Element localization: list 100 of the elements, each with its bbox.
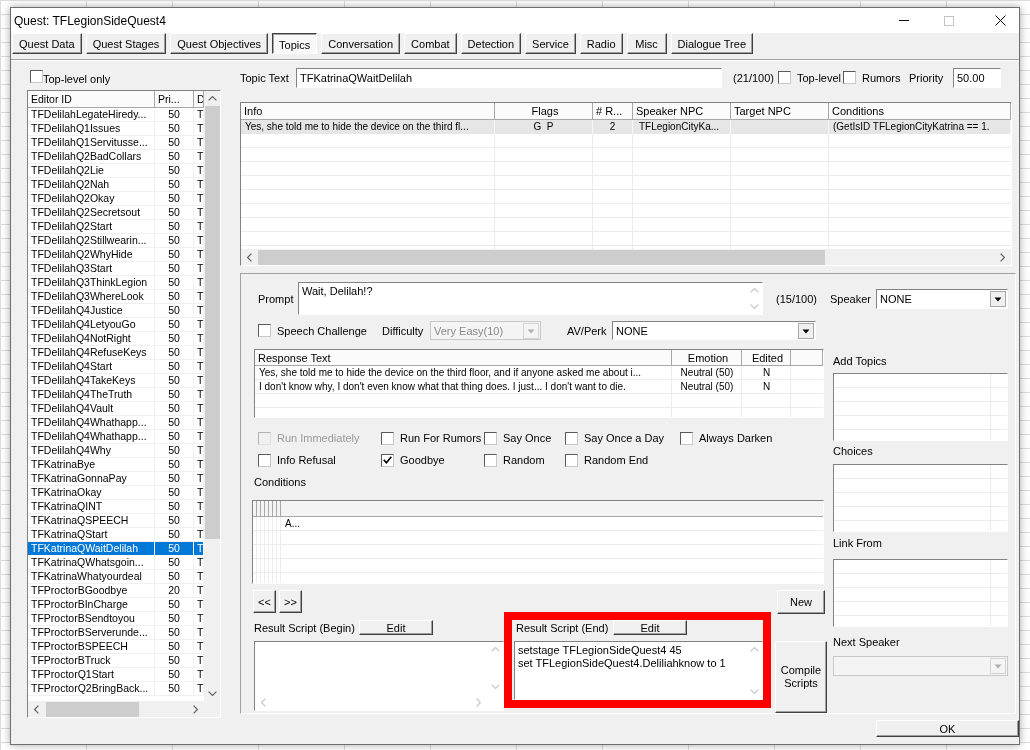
speaker-dropdown[interactable]: NONE: [876, 288, 1008, 309]
checkbox-label[interactable]: Top-level only: [43, 73, 111, 85]
list-item[interactable]: TFKatrinaQSPEECH 50 T: [28, 514, 204, 528]
horizontal-scrollbar[interactable]: [241, 249, 1011, 265]
checkbox[interactable]: [258, 453, 271, 467]
new-button[interactable]: New: [777, 590, 825, 614]
horizontal-scrollbar[interactable]: [28, 701, 204, 717]
ok-button[interactable]: OK: [876, 720, 1019, 737]
checkbox[interactable]: [565, 453, 578, 467]
caret-down-icon[interactable]: [798, 322, 814, 339]
checkbox[interactable]: [30, 70, 43, 83]
script-field[interactable]: setstage TFLegionSideQuest4 45 set TFLegionSideQuest4.Deliliahknow to 1: [514, 641, 763, 700]
list-item[interactable]: TFDelilahQ2Nah 50 T: [28, 178, 204, 192]
checkbox[interactable]: [258, 324, 271, 337]
topic-text-field[interactable]: TFKatrinaQWaitDelilah: [296, 67, 722, 88]
list-item[interactable]: TFDelilahQ4Why 50 T: [28, 444, 204, 458]
checkbox[interactable]: [565, 431, 578, 445]
checkbox[interactable]: [381, 431, 394, 445]
tab[interactable]: Quest Objectives: [170, 33, 269, 54]
list-item[interactable]: TFDelilahQ4Start 50 T: [28, 360, 204, 374]
checkbox-label[interactable]: Goodbye: [400, 454, 445, 466]
checkbox-label[interactable]: Info Refusal: [277, 454, 336, 466]
compile-scripts-button[interactable]: Compile Scripts: [775, 641, 827, 713]
list-item[interactable]: TFDelilahQ4RefuseKeys 50 T: [28, 346, 204, 360]
edit-button[interactable]: Edit: [613, 620, 687, 635]
checkbox[interactable]: [778, 71, 791, 84]
list-item[interactable]: TFDelilahQ2Secretsout 50 T: [28, 206, 204, 220]
vertical-scrollbar[interactable]: [204, 91, 220, 701]
list-item[interactable]: TFProctorQ1Start 50 T: [28, 668, 204, 682]
list-item[interactable]: TFDelilahQ2Start 50 T: [28, 220, 204, 234]
edit-button[interactable]: Edit: [359, 620, 433, 635]
list-item[interactable]: TFProctorBSendtoyou 50 T: [28, 612, 204, 626]
tab[interactable]: Combat: [404, 33, 457, 54]
chevron-down-icon[interactable]: [207, 691, 217, 696]
tab[interactable]: Detection: [460, 33, 522, 54]
column-header[interactable]: Emotion: [672, 350, 742, 366]
scrollbar-thumb[interactable]: [204, 106, 220, 539]
list-item[interactable]: TFKatrinaBye 50 T: [28, 458, 204, 472]
list-item[interactable]: TFKatrinaWhatyourdeal 50 T: [28, 570, 204, 584]
column-header[interactable]: # R...: [593, 103, 633, 120]
checkbox[interactable]: [484, 453, 497, 467]
chevron-up-icon[interactable]: [207, 96, 217, 101]
list-box[interactable]: [833, 464, 1008, 532]
column-header[interactable]: Conditions: [829, 103, 1011, 120]
scrollbar-thumb[interactable]: [46, 701, 139, 717]
list-item[interactable]: TFDelilahQ4Vault 50 T: [28, 402, 204, 416]
priority-field[interactable]: 50.00: [953, 67, 1001, 88]
list-item[interactable]: TFKatrinaGonnaPay 50 T: [28, 472, 204, 486]
checkbox-label[interactable]: Say Once a Day: [584, 432, 665, 444]
list-item[interactable]: TFDelilahQ4Justice 50 T: [28, 304, 204, 318]
list-item[interactable]: TFDelilahQ1Servitusse... 50 T: [28, 136, 204, 150]
chevron-right-icon[interactable]: [193, 704, 198, 714]
tab[interactable]: Radio: [579, 33, 623, 54]
column-header[interactable]: Target NPC: [731, 103, 829, 120]
checkbox-label[interactable]: Top-level: [797, 71, 842, 84]
list-item[interactable]: TFDelilahQ2Lie 50 T: [28, 164, 204, 178]
column-header[interactable]: Info: [241, 103, 495, 120]
maximize-icon[interactable]: [944, 15, 954, 26]
tab[interactable]: Service: [525, 33, 576, 54]
list-item[interactable]: TFDelilahLegateHiredy... 50 T: [28, 108, 204, 122]
list-item[interactable]: TFDelilahQ4TakeKeys 50 T: [28, 374, 204, 388]
close-icon[interactable]: [995, 15, 1006, 26]
checkbox-label[interactable]: Rumors: [862, 71, 901, 84]
column-header[interactable]: Editor ID: [28, 91, 155, 108]
list-item[interactable]: TFKatrinaOkay 50 T: [28, 486, 204, 500]
checkbox-label[interactable]: Speech Challenge: [277, 324, 367, 337]
list-item[interactable]: TFKatrinaQINT 50 T: [28, 500, 204, 514]
caret-down-icon[interactable]: [990, 290, 1006, 307]
column-header[interactable]: Response Text: [255, 350, 672, 366]
list-item[interactable]: TFProctorBGoodbye 20 T: [28, 584, 204, 598]
checkbox[interactable]: [484, 431, 497, 445]
list-item[interactable]: TFProctorBInCharge 50 T: [28, 598, 204, 612]
list-item[interactable]: TFDelilahQ3Start 50 T: [28, 262, 204, 276]
list-item[interactable]: TFDelilahQ4Whathapp... 50 T: [28, 416, 204, 430]
column-header[interactable]: Flags: [495, 103, 593, 120]
list-box[interactable]: [833, 373, 1008, 441]
list-item[interactable]: TFProctorQ2BringBack... 50 T: [28, 682, 204, 696]
tab[interactable]: Quest Data: [12, 33, 82, 54]
tab[interactable]: Conversation: [321, 33, 401, 54]
tab[interactable]: Misc: [626, 33, 667, 54]
perk-dropdown[interactable]: NONE: [612, 321, 816, 340]
column-header[interactable]: Pri...: [155, 91, 194, 108]
list-item[interactable]: TFProctorBServerunde... 50 T: [28, 626, 204, 640]
list-item[interactable]: TFDelilahQ2Okay 50 T: [28, 192, 204, 206]
checkbox-label[interactable]: Run For Rumors: [400, 432, 482, 444]
next-button[interactable]: >>: [279, 590, 302, 613]
list-item[interactable]: TFDelilahQ4LetyouGo 50 T: [28, 318, 204, 332]
list-item[interactable]: TFProctorBSPEECH 50 T: [28, 640, 204, 654]
chevron-right-icon[interactable]: [1000, 252, 1005, 262]
list-item[interactable]: TFDelilahQ3ThinkLegion 50 T: [28, 276, 204, 290]
checkbox-label[interactable]: Say Once: [503, 432, 552, 444]
prompt-field[interactable]: Wait, Delilah!?: [298, 282, 763, 315]
checkbox-label[interactable]: Random: [503, 454, 545, 466]
tab[interactable]: Quest Stages: [85, 33, 167, 54]
checkbox-label[interactable]: Random End: [584, 454, 649, 466]
table-row[interactable]: Yes, she told me to hide the device on the third fl... G P 2 TFLegionCityKa... (GetIsID TFLegionCityKatrina == 1.: [241, 120, 1011, 134]
checkbox[interactable]: [381, 453, 394, 467]
list-item[interactable]: TFDelilahQ3WhereLook 50 T: [28, 290, 204, 304]
list-item[interactable]: TFKatrinaQWaitDelilah 50 T: [28, 542, 204, 556]
list-item[interactable]: TFDelilahQ4TheTruth 50 T: [28, 388, 204, 402]
